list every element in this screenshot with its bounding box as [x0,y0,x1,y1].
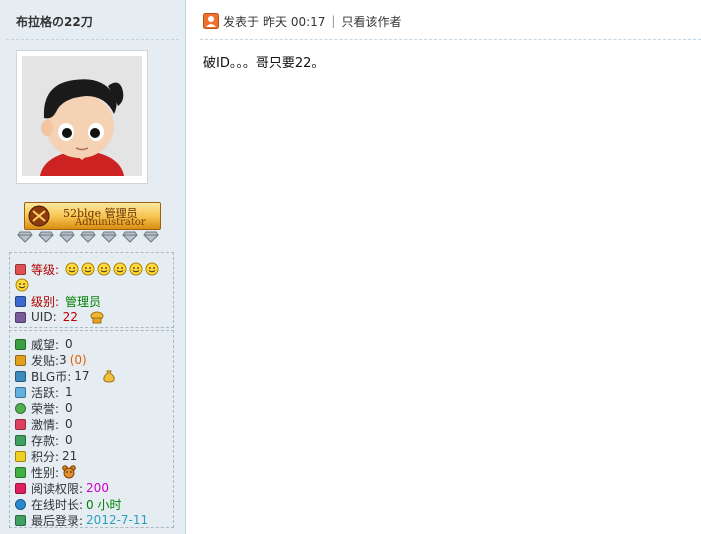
stat-value: 0 [65,401,73,415]
last-login-icon [15,514,26,526]
money-bag-icon [102,370,115,383]
read-permission-icon [15,482,26,494]
stat-value: 0 [65,337,73,351]
separator: | [331,14,336,28]
stat-row: 最后登录: 2012-7-11 [15,512,148,528]
rank-badge: 52blge 管理员 Administrator [24,202,161,230]
stat-value: 21 [62,449,78,463]
heart-icon [15,295,26,307]
profile-summary-box: 等级: 级别: 管理员 UID: 22 [9,252,174,328]
level-icon [15,263,26,275]
post-divider [200,39,701,40]
stat-row: 存款: 0 [15,432,73,448]
uid-icon [15,311,26,323]
avatar-image [22,56,142,176]
diamond-icon [101,231,117,243]
stat-value: 17 [74,369,90,383]
stat-row: 威望: 0 [15,336,73,352]
rank-subtitle: Administrator [75,217,146,228]
diamond-icon [38,231,54,243]
medal-icon [90,311,104,324]
stat-label: 积分: [31,449,60,464]
post-content: 破ID。。。哥只要22。 [203,56,325,71]
stat-label: 发贴: [31,353,60,368]
diamond-icon [17,231,33,243]
post-time-prefix: 发表于 [223,14,260,29]
group-row: 级别: 管理员 [15,293,101,309]
group-value: 管理员 [65,294,102,309]
rank-gems [17,231,159,245]
profile-stats-box: 威望: 0 发贴: 3 (0) BLG币: 17 活跃: 1 荣誉: 0 激情: [9,330,174,528]
honor-icon [15,402,26,414]
stat-label: 威望: [31,337,60,352]
post-count-icon [15,354,26,366]
only-author-link[interactable]: 只看该作者 [341,13,401,30]
smiley-icon [129,262,143,276]
deposit-icon [15,434,26,446]
stat-row: 阅读权限: 200 [15,480,109,496]
post-header: 发表于 昨天 00:17 | 只看该作者 [203,12,401,30]
smiley-icon [81,262,95,276]
uid-value: 22 [62,310,78,324]
stat-row: 激情: 0 [15,416,73,432]
gender-icon [15,466,26,478]
bear-icon [62,465,76,479]
user-icon [203,13,219,29]
stat-row: 性别: [15,464,76,480]
smiley-icon [113,262,127,276]
stat-value: 2012-7-11 [86,513,149,527]
rank-emblem-icon [28,205,50,227]
level-label: 等级: [31,262,60,277]
passion-icon [15,418,26,430]
stat-value: 0 [65,433,73,447]
sidebar-divider [6,39,179,40]
stat-row: 活跃: 1 [15,384,73,400]
flag-icon [15,338,26,350]
diamond-icon [80,231,96,243]
stat-label: 在线时长: [31,497,84,512]
online-time-icon [15,498,26,510]
level-row: 等级: [15,261,161,277]
stat-label: 最后登录: [31,513,84,528]
points-icon [15,450,26,462]
diamond-icon [143,231,159,243]
stat-label: 性别: [31,465,60,480]
group-label: 级别: [31,294,60,309]
smiley-icon [97,262,111,276]
stat-row: 积分: 21 [15,448,77,464]
post-time: 昨天 00:17 [263,14,326,29]
author-username[interactable]: 布拉格の22刀 [16,13,93,30]
stat-value: 200 [86,481,109,495]
stat-value: 0 小时 [86,497,122,512]
author-sidebar: 布拉格の22刀 52blge 管理员 Administrator 等级: 级别:… [0,0,186,534]
diamond-icon [122,231,138,243]
stat-label: 活跃: [31,385,60,400]
stat-row: 发贴: 3 (0) [15,352,87,368]
stat-value: 3 [59,353,67,367]
stat-row: 在线时长: 0 小时 [15,496,122,512]
coin-icon [15,370,26,382]
stat-value: 0 [65,417,73,431]
activity-icon [15,386,26,398]
stat-label: 存款: [31,433,60,448]
smiley-icon [65,262,79,276]
stat-label: BLG币: [31,369,72,384]
uid-row: UID: 22 [15,309,104,325]
stat-label: 激情: [31,417,60,432]
stat-row: 荣誉: 0 [15,400,73,416]
stat-row: BLG币: 17 [15,368,116,384]
uid-label: UID: [31,310,57,324]
level-row-extra [15,277,31,293]
diamond-icon [59,231,75,243]
avatar[interactable] [16,50,148,184]
stat-label: 阅读权限: [31,481,84,496]
stat-value: 1 [65,385,73,399]
smiley-icon [15,278,29,292]
stat-label: 荣誉: [31,401,60,416]
smiley-icon [145,262,159,276]
stat-extra: (0) [69,353,87,367]
